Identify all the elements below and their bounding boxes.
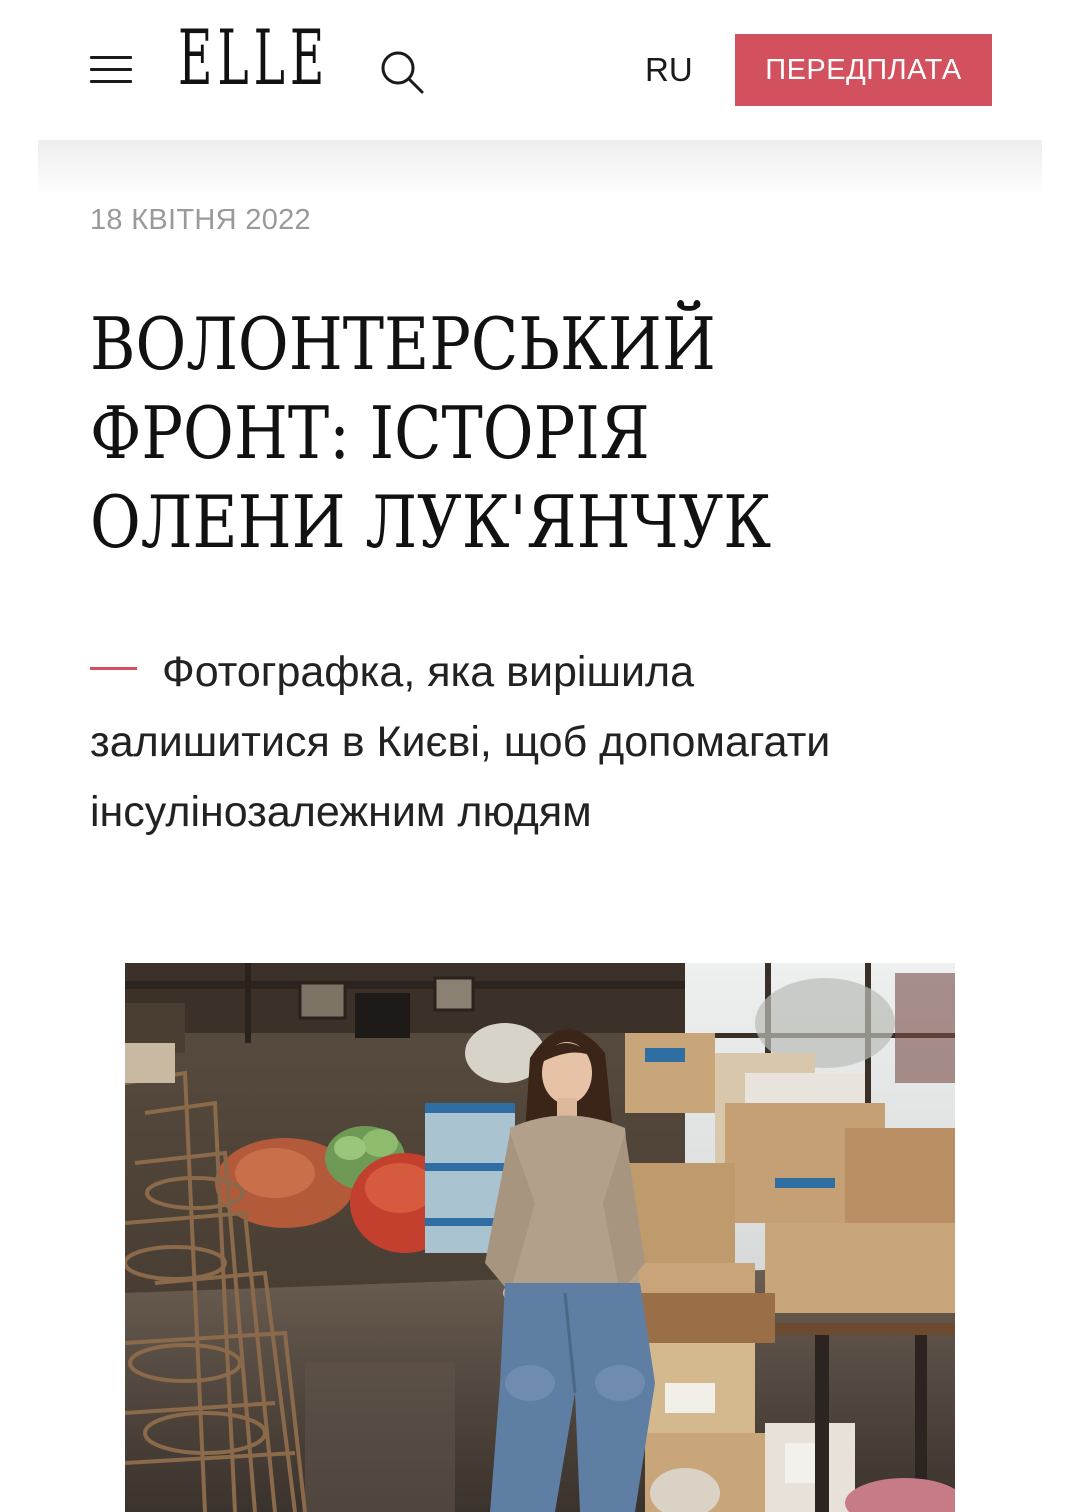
subscribe-button[interactable]: ПЕРЕДПЛАТА bbox=[735, 34, 992, 106]
hamburger-menu-icon[interactable] bbox=[90, 52, 132, 86]
article-title-line: ФРОНТ: ІСТОРІЯ bbox=[90, 391, 650, 475]
article-date: 18 КВІТНЯ 2022 bbox=[90, 204, 311, 236]
article-hero-photo bbox=[125, 963, 955, 1512]
article-title-line: ОЛЕНИ ЛУК'ЯНЧУК bbox=[90, 480, 772, 564]
article-title: ВОЛОНТЕРСЬКИЙ ФРОНТ: ІСТОРІЯ ОЛЕНИ ЛУК'Я… bbox=[90, 300, 830, 567]
article-title-line: ВОЛОНТЕРСЬКИЙ bbox=[90, 302, 716, 386]
language-switch[interactable]: RU bbox=[645, 50, 693, 90]
header-shadow bbox=[38, 140, 1042, 196]
elle-logo[interactable]: ELLE bbox=[178, 20, 329, 96]
search-icon[interactable] bbox=[378, 48, 426, 96]
article-lead: Фотографка, яка вирішила залишитися в Ки… bbox=[90, 648, 831, 836]
site-header: ELLE RU ПЕРЕДПЛАТА bbox=[0, 0, 1080, 140]
